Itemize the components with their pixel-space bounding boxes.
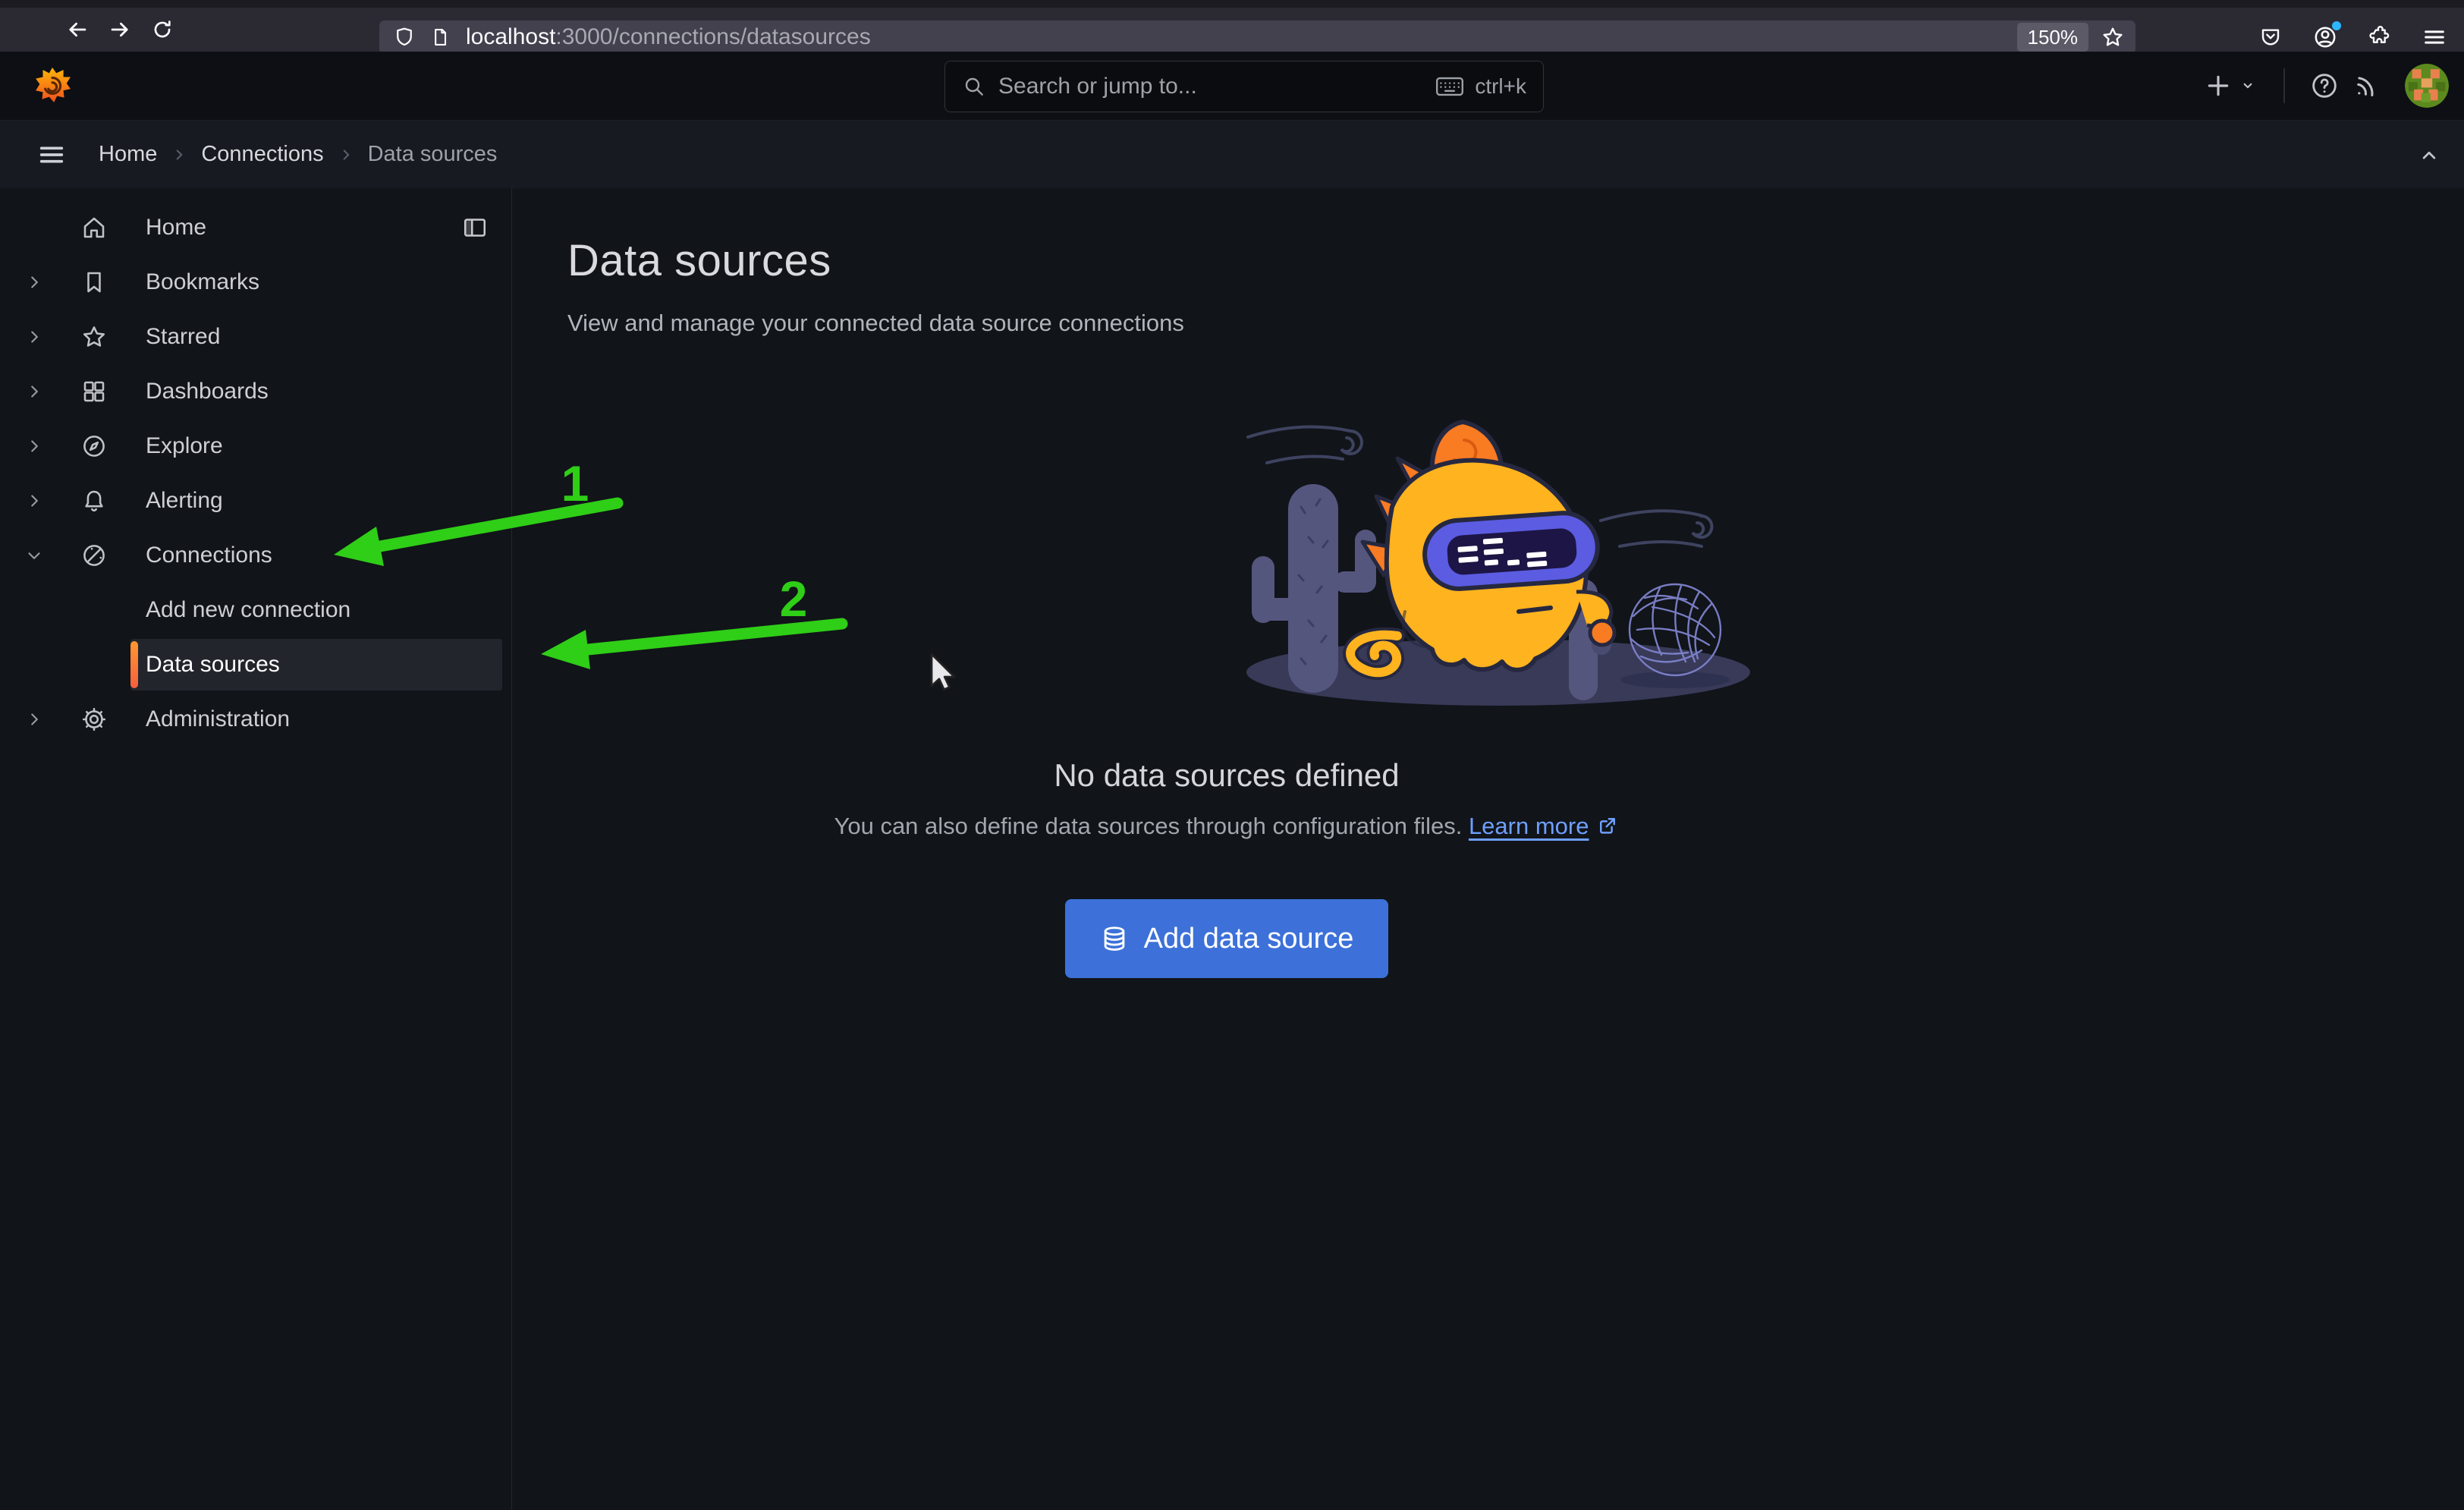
chevron-up-icon xyxy=(2418,144,2440,167)
add-data-source-button[interactable]: Add data source xyxy=(1065,899,1389,978)
reload-icon xyxy=(150,17,174,42)
new-menu-button[interactable] xyxy=(2195,63,2265,109)
plus-icon xyxy=(2203,71,2233,101)
dock-menu-icon[interactable] xyxy=(461,214,489,241)
browser-address-bar[interactable]: localhost:3000/connections/datasources 1… xyxy=(379,20,2136,54)
learn-more-link[interactable]: Learn more xyxy=(1469,813,1589,839)
browser-zoom-badge[interactable]: 150% xyxy=(2017,23,2089,52)
home-icon xyxy=(80,214,108,241)
back-arrow-icon xyxy=(64,17,90,42)
sidebar-item-administration[interactable]: Administration xyxy=(0,692,511,747)
active-item-accent-bar xyxy=(130,641,138,688)
chevron-down-icon xyxy=(2238,76,2258,96)
bookmark-star-icon[interactable] xyxy=(2101,25,2125,49)
extensions-button[interactable] xyxy=(2362,20,2397,55)
keyboard-icon xyxy=(1435,75,1464,98)
rss-icon xyxy=(2352,71,2381,100)
sidebar-item-connections[interactable]: Connections xyxy=(0,528,511,583)
chevron-right-icon[interactable] xyxy=(24,272,44,292)
browser-toolbar: localhost:3000/connections/datasources 1… xyxy=(0,8,2464,52)
collapse-toolbar-button[interactable] xyxy=(2412,139,2446,172)
breadcrumb-separator-icon xyxy=(171,146,187,163)
header-divider xyxy=(2283,68,2285,103)
sidebar-item-add-new-connection[interactable]: Add new connection xyxy=(0,583,511,637)
breadcrumb: Home Connections Data sources xyxy=(99,142,497,167)
shield-icon[interactable] xyxy=(393,26,416,49)
search-shortcut: ctrl+k xyxy=(1475,74,1526,99)
chevron-right-icon[interactable] xyxy=(24,436,44,456)
page-title: Data sources xyxy=(567,235,831,286)
connections-icon xyxy=(80,542,108,569)
puzzle-icon xyxy=(2368,25,2392,49)
add-data-source-label: Add data source xyxy=(1144,923,1354,955)
window-top-edge xyxy=(0,0,2464,8)
sidebar-item-data-sources[interactable]: Data sources xyxy=(0,637,511,692)
breadcrumb-connections[interactable]: Connections xyxy=(201,142,323,167)
main-content: Data sources View and manage your connec… xyxy=(513,188,2464,1510)
bell-icon xyxy=(80,487,108,514)
chevron-right-icon[interactable] xyxy=(24,382,44,401)
page-info-icon[interactable] xyxy=(429,27,451,48)
breadcrumb-home[interactable]: Home xyxy=(99,142,157,167)
compass-icon xyxy=(80,433,108,460)
chevron-right-icon[interactable] xyxy=(24,709,44,729)
menu-icon xyxy=(36,140,67,170)
help-icon xyxy=(2309,71,2340,101)
url-text: localhost:3000/connections/datasources xyxy=(466,24,2017,50)
account-notification-dot xyxy=(2332,21,2341,30)
mega-menu-toggle[interactable] xyxy=(32,135,71,175)
page-subtitle: View and manage your connected data sour… xyxy=(567,310,1184,337)
browser-reload-button[interactable] xyxy=(141,11,184,48)
account-button[interactable] xyxy=(2308,20,2343,55)
dashboards-grid-icon xyxy=(80,378,108,405)
header-actions xyxy=(2195,52,2449,120)
breadcrumb-bar: Home Connections Data sources xyxy=(0,121,2464,189)
sidebar-item-explore[interactable]: Explore xyxy=(0,419,511,473)
search-input[interactable]: Search or jump to... ctrl+k xyxy=(944,61,1544,112)
pocket-button[interactable] xyxy=(2253,20,2288,55)
empty-state-illustration xyxy=(1237,408,1775,712)
sidebar-item-starred[interactable]: Starred xyxy=(0,310,511,364)
breadcrumb-separator-icon xyxy=(338,146,354,163)
sidebar-item-home[interactable]: Home xyxy=(0,200,511,255)
hamburger-icon xyxy=(2422,24,2447,50)
database-icon xyxy=(1100,924,1129,953)
gear-icon xyxy=(80,706,108,733)
sidebar-item-alerting[interactable]: Alerting xyxy=(0,473,511,528)
breadcrumb-data-sources[interactable]: Data sources xyxy=(368,142,498,167)
external-link-icon xyxy=(1596,814,1619,837)
empty-state-title: No data sources defined xyxy=(513,757,1941,794)
browser-back-button[interactable] xyxy=(56,11,99,48)
grafana-header: Search or jump to... ctrl+k xyxy=(0,52,2464,121)
grafana-logo[interactable] xyxy=(33,67,71,105)
empty-state-caption: You can also define data sources through… xyxy=(513,813,1941,840)
chevron-down-icon[interactable] xyxy=(24,546,44,565)
chevron-right-icon[interactable] xyxy=(24,327,44,347)
nav-sidebar: Home Bookmarks Starred Dashboards Explor… xyxy=(0,188,512,1510)
bookmark-icon xyxy=(80,269,108,296)
empty-state-actions: Add data source xyxy=(513,899,1941,978)
sidebar-item-bookmarks[interactable]: Bookmarks xyxy=(0,255,511,310)
user-avatar[interactable] xyxy=(2405,64,2449,108)
screen: localhost:3000/connections/datasources 1… xyxy=(0,0,2464,1510)
browser-forward-button[interactable] xyxy=(99,11,141,48)
chevron-right-icon[interactable] xyxy=(24,491,44,511)
search-icon xyxy=(962,74,986,99)
forward-arrow-icon xyxy=(107,17,133,42)
star-icon xyxy=(80,323,108,351)
browser-menu-button[interactable] xyxy=(2417,20,2452,55)
pocket-icon xyxy=(2258,25,2283,49)
news-button[interactable] xyxy=(2346,63,2388,109)
search-placeholder: Search or jump to... xyxy=(998,74,1435,99)
help-button[interactable] xyxy=(2303,63,2346,109)
sidebar-item-dashboards[interactable]: Dashboards xyxy=(0,364,511,419)
